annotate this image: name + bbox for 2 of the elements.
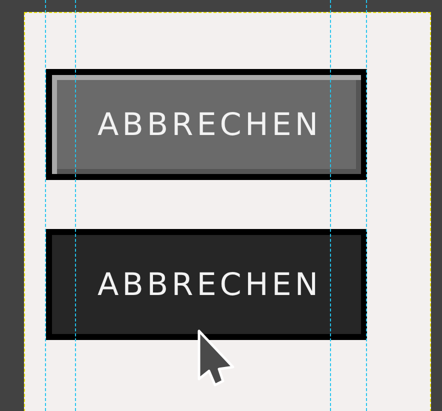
cancel-button[interactable]: ABBRECHEN: [46, 69, 367, 180]
cancel-button[interactable]: ABBRECHEN: [46, 229, 367, 340]
